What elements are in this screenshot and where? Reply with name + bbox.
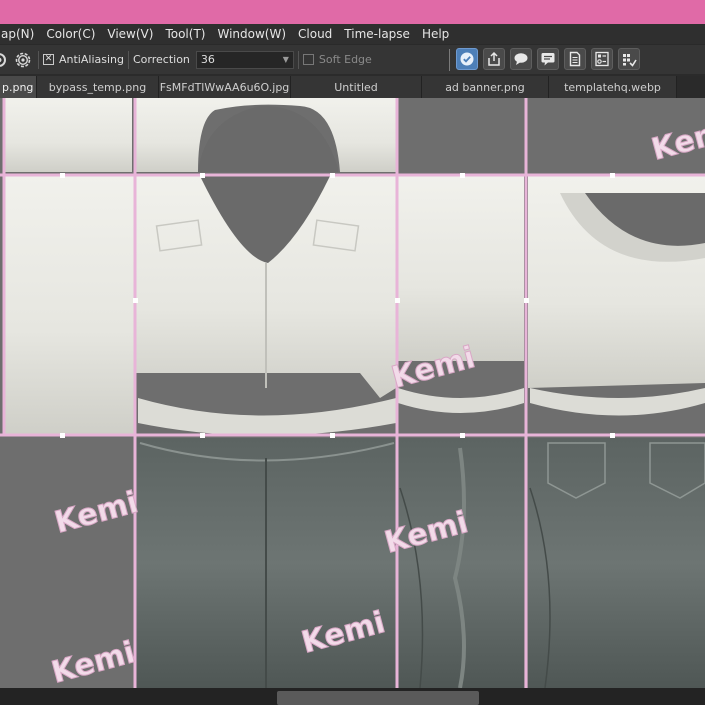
document-icon[interactable] (564, 48, 586, 70)
antialiasing-checkbox[interactable]: ✕ (43, 54, 54, 65)
tab-fsmfd[interactable]: FsMFdTlWwAA6u6O.jpg (159, 76, 291, 98)
checklist-icon[interactable] (618, 48, 640, 70)
menu-tool[interactable]: Tool(T) (159, 24, 211, 44)
document-tab-bar: p.png bypass_temp.png FsMFdTlWwAA6u6O.jp… (0, 76, 705, 98)
tab-templatehq[interactable]: templatehq.webp (549, 76, 677, 98)
menu-help[interactable]: Help (416, 24, 455, 44)
chevron-down-icon: ▼ (282, 55, 289, 64)
tab-label: bypass_temp.png (48, 80, 147, 94)
layer-list-icon[interactable] (591, 48, 613, 70)
title-bar (0, 0, 705, 24)
toolbar-separator (449, 49, 450, 71)
toolbar-separator (38, 50, 39, 69)
shirt-back-left (398, 176, 524, 361)
tab-label: ad banner.png (445, 80, 525, 94)
antialiasing-label: AntiAliasing (59, 53, 124, 66)
correction-label: Correction (133, 53, 190, 66)
tab-untitled[interactable]: Untitled (291, 76, 422, 98)
tab-bypass-temp[interactable]: bypass_temp.png (37, 76, 159, 98)
cloud-sync-icon[interactable] (456, 48, 478, 70)
menu-time-lapse[interactable]: Time-lapse (338, 24, 416, 44)
tab-bar-empty (677, 76, 705, 98)
scrollbar-thumb[interactable] (277, 691, 479, 705)
clothing-template-image: Kemi Kemi Kemi Kemi Kemi Kemi (0, 98, 705, 688)
soft-edge-label: Soft Edge (318, 53, 372, 66)
pants-back-right (528, 438, 705, 688)
shirt-left-arm-top (4, 98, 132, 172)
tab-label: templatehq.webp (564, 80, 661, 94)
menu-bar: ap(N) Color(C) View(V) Tool(T) Window(W)… (0, 24, 705, 44)
tab-ad-banner[interactable]: ad banner.png (422, 76, 549, 98)
gear-icon[interactable] (12, 49, 34, 71)
correction-value: 36 (200, 53, 215, 66)
tab-p-png[interactable]: p.png (0, 76, 37, 98)
tab-label: Untitled (334, 80, 378, 94)
toolbar-separator (297, 50, 299, 69)
tool-options-bar: ✕ AntiAliasing Correction 36 ▼ Soft Edge (0, 44, 705, 74)
tab-label: p.png (2, 80, 34, 94)
message-icon[interactable] (537, 48, 559, 70)
canvas[interactable]: Kemi Kemi Kemi Kemi Kemi Kemi (0, 98, 705, 688)
tab-label: FsMFdTlWwAA6u6O.jpg (159, 80, 290, 94)
chat-icon[interactable] (510, 48, 532, 70)
menu-layer[interactable]: ap(N) (0, 24, 40, 44)
shirt-back-top (398, 98, 524, 172)
horizontal-scrollbar[interactable] (0, 688, 705, 705)
correction-select[interactable]: 36 ▼ (195, 50, 294, 69)
menu-view[interactable]: View(V) (101, 24, 159, 44)
settings-partial-icon[interactable] (0, 49, 10, 71)
share-icon[interactable] (483, 48, 505, 70)
shirt-left-arm (4, 176, 134, 434)
menu-window[interactable]: Window(W) (211, 24, 292, 44)
soft-edge-checkbox[interactable] (302, 54, 314, 65)
menu-color[interactable]: Color(C) (40, 24, 101, 44)
right-toolbar (456, 48, 640, 70)
menu-cloud[interactable]: Cloud (292, 24, 338, 44)
toolbar-separator (128, 50, 129, 69)
